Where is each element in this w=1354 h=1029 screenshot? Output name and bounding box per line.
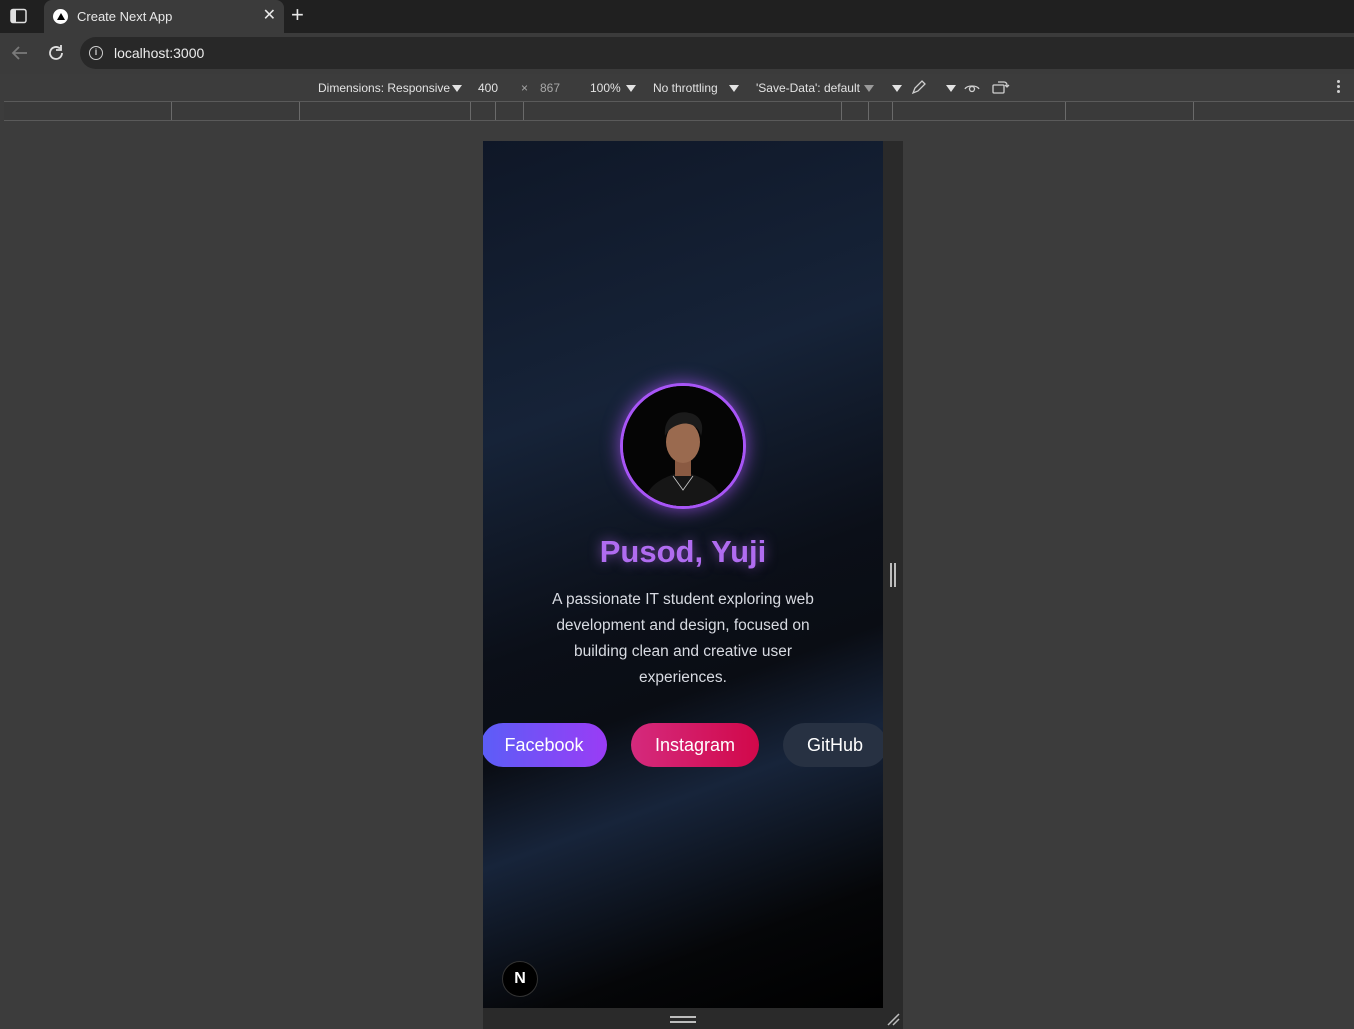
nextjs-dev-indicator-icon[interactable]: N — [502, 961, 538, 997]
nextjs-favicon-icon — [53, 9, 68, 24]
profile-name: Pusod, Yuji — [599, 534, 767, 569]
save-data-dropdown[interactable]: 'Save-Data': default — [756, 81, 860, 95]
dimensions-caret-icon[interactable] — [452, 85, 462, 92]
device-viewport: Pusod, Yuji A passionate IT student expl… — [483, 141, 883, 1008]
github-button[interactable]: GitHub — [783, 723, 883, 767]
tab-sidebar-icon[interactable] — [10, 8, 28, 25]
rotate-device-icon[interactable] — [992, 79, 1010, 95]
profile-photo — [623, 386, 743, 506]
throttling-caret-icon[interactable] — [729, 85, 739, 92]
new-tab-button[interactable]: + — [291, 4, 304, 26]
resize-handle-bottom[interactable] — [670, 1016, 696, 1023]
site-info-icon[interactable]: i — [89, 46, 103, 60]
tab-strip: Create Next App ✕ + — [0, 0, 1354, 33]
throttling-dropdown[interactable]: No throttling — [653, 81, 718, 95]
zoom-dropdown[interactable]: 100% — [590, 81, 621, 95]
height-input[interactable]: 867 — [540, 81, 560, 95]
profile-bio: A passionate IT student exploring web de… — [552, 591, 814, 686]
reload-icon[interactable] — [46, 43, 66, 63]
save-data-caret-icon[interactable] — [864, 85, 874, 92]
resize-corner-icon[interactable] — [886, 1012, 900, 1026]
browser-tab[interactable]: Create Next App ✕ — [44, 0, 284, 33]
resize-handle-right[interactable] — [890, 563, 896, 587]
instagram-button[interactable]: Instagram — [631, 723, 759, 767]
url-text[interactable]: localhost:3000 — [114, 45, 204, 61]
times-sign: × — [521, 81, 529, 95]
more-caret-icon[interactable] — [892, 85, 902, 92]
tab-close-icon[interactable]: ✕ — [263, 7, 276, 25]
tab-title: Create Next App — [77, 9, 173, 24]
facebook-button[interactable]: Facebook — [483, 723, 607, 767]
pen-caret-icon[interactable] — [946, 85, 956, 92]
width-input[interactable]: 400 — [478, 81, 498, 95]
pen-icon[interactable] — [911, 79, 927, 95]
browser-toolbar: i localhost:3000 — [0, 33, 1354, 74]
media-query-ruler[interactable] — [4, 101, 1354, 121]
device-toolbar: Dimensions: Responsive 400 × 867 100% No… — [0, 74, 1354, 101]
profile-avatar — [620, 383, 746, 509]
address-bar[interactable]: i localhost:3000 — [80, 37, 1354, 69]
more-options-icon[interactable] — [1337, 80, 1340, 94]
back-arrow-icon[interactable] — [10, 43, 30, 63]
eye-icon[interactable] — [964, 80, 980, 96]
zoom-caret-icon[interactable] — [626, 85, 636, 92]
dimensions-dropdown[interactable]: Dimensions: Responsive — [318, 81, 450, 95]
